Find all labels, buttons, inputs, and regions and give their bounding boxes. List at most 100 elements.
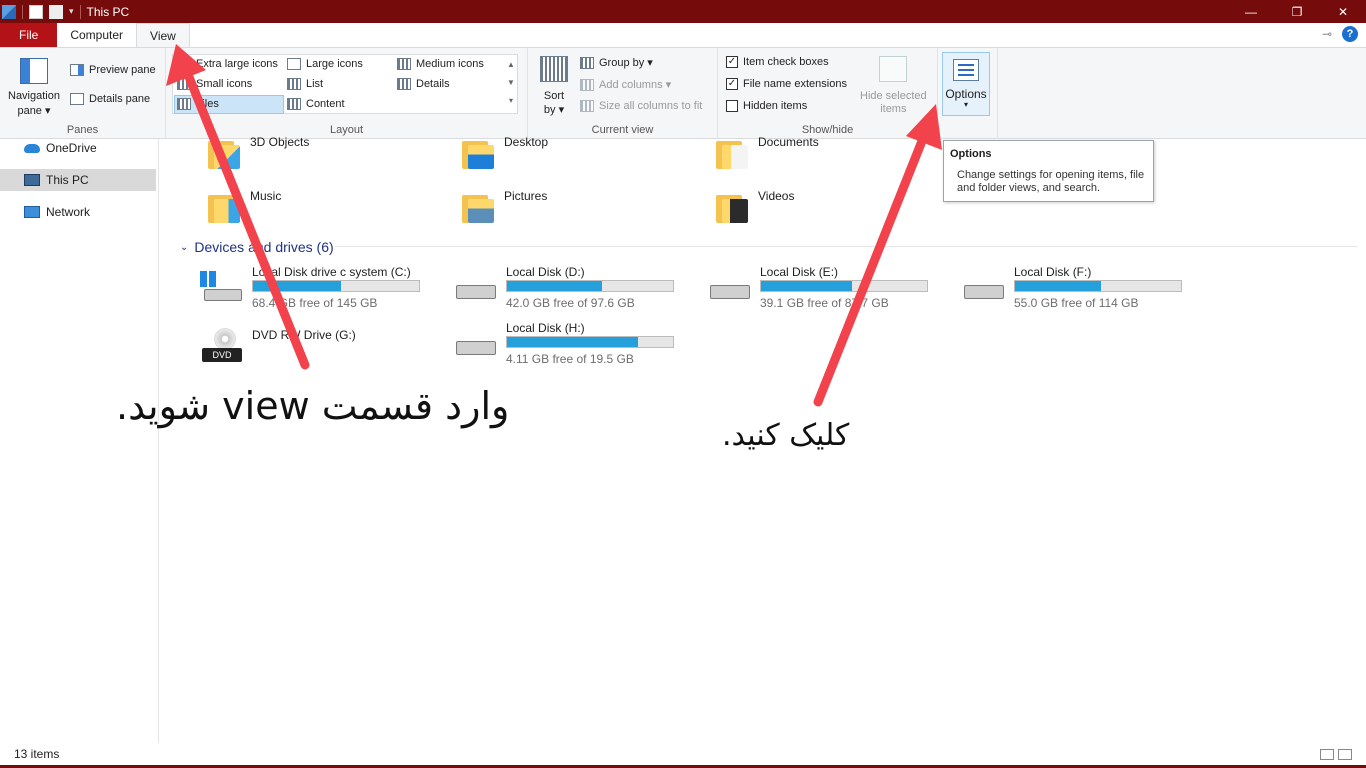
minimize-button[interactable]: —: [1228, 0, 1274, 23]
panes-group: Navigation pane ▾ Preview pane Details p…: [0, 48, 166, 139]
new-folder-icon[interactable]: [49, 4, 63, 19]
drive-f[interactable]: Local Disk (F:) 55.0 GB free of 114 GB: [962, 265, 1202, 313]
devices-section-header[interactable]: ⌄ Devices and drives (6): [180, 239, 334, 255]
group-by-icon: [580, 56, 594, 69]
size-all-columns-button[interactable]: Size all columns to fit: [580, 100, 702, 112]
navigation-pane-label: Navigation: [8, 90, 60, 102]
drive-usage-fill: [761, 281, 853, 291]
file-name-extensions-toggle[interactable]: ✓ File name extensions: [726, 78, 847, 90]
folder-pictures[interactable]: Pictures: [460, 189, 547, 225]
preview-pane-button[interactable]: Preview pane: [70, 64, 156, 76]
group-by-label: Group by ▾: [599, 57, 653, 69]
drive-usage-fill: [507, 281, 602, 291]
folder-label: Videos: [758, 189, 795, 203]
options-tooltip: Options Change settings for opening item…: [943, 140, 1154, 202]
details-option[interactable]: Details: [397, 78, 450, 90]
title-bar: ▾ This PC — ❐ ✕: [0, 0, 1366, 23]
maximize-button[interactable]: ❐: [1274, 0, 1320, 23]
ribbon-tabs: File Computer View ⊸ ?: [0, 23, 1366, 47]
drive-d[interactable]: Local Disk (D:) 42.0 GB free of 97.6 GB: [454, 265, 694, 313]
pin-ribbon-icon[interactable]: ⊸: [1322, 27, 1332, 41]
nav-item-label: This PC: [46, 173, 89, 187]
properties-icon[interactable]: [29, 4, 43, 19]
nav-item-network[interactable]: Network: [0, 201, 156, 223]
drive-e[interactable]: Local Disk (E:) 39.1 GB free of 87.7 GB: [708, 265, 948, 313]
drive-usage-bar: [506, 280, 674, 292]
tab-view[interactable]: View: [136, 23, 190, 47]
hidden-items-toggle[interactable]: Hidden items: [726, 100, 807, 112]
details-pane-button[interactable]: Details pane: [70, 93, 150, 105]
chevron-down-icon[interactable]: ⌄: [180, 242, 188, 253]
folder-videos[interactable]: Videos: [714, 189, 794, 225]
quick-access-toolbar: ▾: [0, 0, 81, 23]
current-view-group-label: Current view: [591, 124, 654, 136]
folder-label: Documents: [758, 135, 819, 149]
small-icons-option[interactable]: Small icons: [177, 78, 252, 90]
drive-g[interactable]: DVD DVD RW Drive (G:): [200, 328, 440, 376]
hard-drive-icon: [454, 333, 496, 359]
small-icons-icon: [177, 78, 191, 90]
small-icons-label: Small icons: [196, 78, 253, 90]
hide-selected-items-label: Hide selected: [860, 90, 927, 102]
help-icon[interactable]: ?: [1342, 26, 1358, 42]
large-icons-view-icon[interactable]: [1338, 749, 1352, 760]
quick-access-separator: [22, 4, 23, 19]
drive-name: Local Disk (E:): [760, 265, 839, 279]
medium-icons-label: Medium icons: [416, 58, 484, 70]
medium-icons-option[interactable]: Medium icons: [397, 58, 484, 70]
window-title: This PC: [86, 4, 130, 19]
drive-h[interactable]: Local Disk (H:) 4.11 GB free of 19.5 GB: [454, 321, 694, 369]
close-button[interactable]: ✕: [1320, 0, 1366, 23]
folder-3d-objects[interactable]: 3D Objects: [206, 135, 309, 171]
documents-folder-icon: [714, 135, 750, 171]
drive-usage-bar: [252, 280, 420, 292]
3d-objects-folder-icon: [206, 135, 242, 171]
list-option[interactable]: List: [287, 78, 323, 90]
details-icon: [397, 78, 411, 90]
navigation-pane: OneDrive This PC Network: [0, 139, 159, 743]
drive-name: Local Disk drive c system (C:): [252, 265, 411, 279]
item-check-boxes-checkbox[interactable]: ✓: [726, 56, 738, 68]
drive-name: Local Disk (F:): [1014, 265, 1092, 279]
sort-by-button[interactable]: Sort by ▾: [540, 56, 568, 116]
folder-desktop[interactable]: Desktop: [460, 135, 548, 171]
medium-icons-icon: [397, 58, 411, 70]
navigation-pane-button[interactable]: Navigation pane ▾: [8, 58, 60, 117]
add-columns-label: Add columns ▾: [599, 79, 672, 91]
group-by-button[interactable]: Group by ▾: [580, 56, 653, 69]
folder-documents[interactable]: Documents: [714, 135, 819, 171]
large-icons-option[interactable]: Large icons: [287, 58, 363, 70]
hide-selected-items-button[interactable]: Hide selected items: [860, 56, 927, 115]
add-columns-button[interactable]: Add columns ▾: [580, 78, 671, 91]
tiles-option[interactable]: Tiles: [177, 98, 219, 110]
annotation-enter-view: وارد قسمت view شوید.: [116, 384, 510, 428]
tab-file[interactable]: File: [0, 23, 58, 47]
file-name-extensions-checkbox[interactable]: ✓: [726, 78, 738, 90]
panes-group-label: Panes: [66, 124, 99, 136]
hidden-items-label: Hidden items: [743, 100, 808, 112]
nav-item-this-pc[interactable]: This PC: [0, 169, 156, 191]
content-option[interactable]: Content: [287, 98, 345, 110]
dvd-drive-icon: DVD: [200, 328, 242, 366]
drive-free-space: 4.11 GB free of 19.5 GB: [506, 352, 634, 366]
tiles-label: Tiles: [196, 98, 219, 110]
extra-large-icons-option[interactable]: Extra large icons: [177, 58, 278, 70]
item-check-boxes-toggle[interactable]: ✓ Item check boxes: [726, 56, 829, 68]
size-all-columns-label: Size all columns to fit: [599, 100, 703, 112]
tab-computer[interactable]: Computer: [57, 23, 136, 47]
folder-label: Music: [250, 189, 282, 203]
customize-toolbar-chevron-icon[interactable]: ▾: [69, 6, 74, 17]
layout-gallery-scroll[interactable]: ▲ ▼ ▾: [506, 56, 516, 110]
computer-icon: [24, 174, 40, 186]
details-pane-icon: [70, 93, 84, 105]
drive-c[interactable]: Local Disk drive c system (C:) 68.4 GB f…: [200, 265, 440, 313]
navigation-pane-icon: [19, 58, 48, 84]
nav-item-onedrive[interactable]: OneDrive: [0, 137, 156, 159]
size-columns-icon: [580, 100, 594, 112]
drive-free-space: 39.1 GB free of 87.7 GB: [760, 296, 889, 310]
hidden-items-checkbox[interactable]: [726, 100, 738, 112]
details-view-icon[interactable]: [1320, 749, 1334, 760]
cloud-icon: [24, 143, 40, 153]
folder-music[interactable]: Music: [206, 189, 281, 225]
tiles-icon: [177, 98, 191, 110]
